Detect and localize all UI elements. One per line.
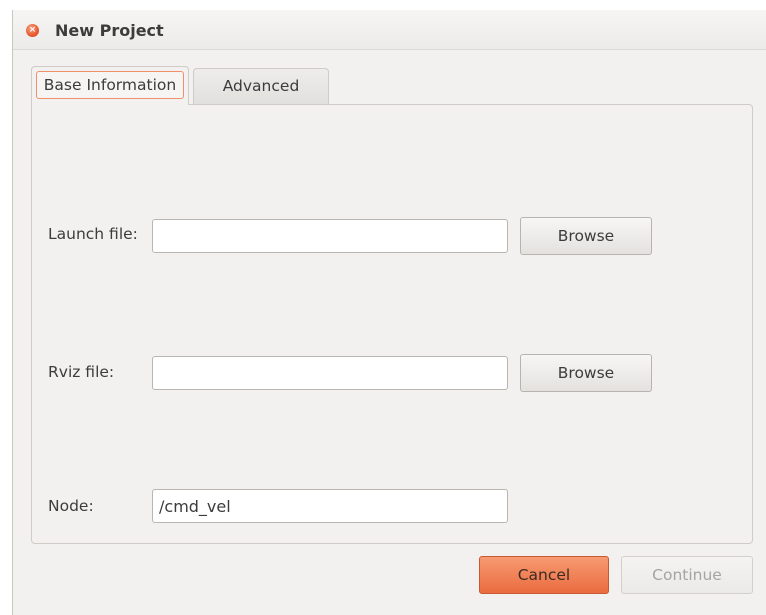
rviz-file-label: Rviz file:	[48, 363, 115, 381]
base-information-panel: Launch file: Browse Rviz file: Browse No…	[31, 104, 753, 544]
launch-file-label: Launch file:	[48, 225, 138, 243]
title-bar[interactable]: × New Project	[13, 10, 766, 50]
node-input[interactable]	[152, 489, 508, 523]
window-title: New Project	[55, 21, 164, 40]
tab-advanced[interactable]: Advanced	[193, 68, 329, 104]
tab-base-information[interactable]: Base Information	[31, 66, 189, 105]
new-project-dialog: × New Project Base Information Advanced …	[12, 10, 766, 615]
tab-label-base-information: Base Information	[36, 71, 184, 99]
node-label: Node:	[48, 497, 94, 515]
close-icon[interactable]: ×	[26, 24, 39, 37]
rviz-file-input[interactable]	[152, 356, 508, 390]
launch-file-input[interactable]	[152, 219, 508, 253]
rviz-file-browse-button[interactable]: Browse	[520, 354, 652, 392]
launch-file-browse-button[interactable]: Browse	[520, 217, 652, 255]
continue-button[interactable]: Continue	[621, 556, 753, 594]
cancel-button[interactable]: Cancel	[479, 556, 609, 594]
